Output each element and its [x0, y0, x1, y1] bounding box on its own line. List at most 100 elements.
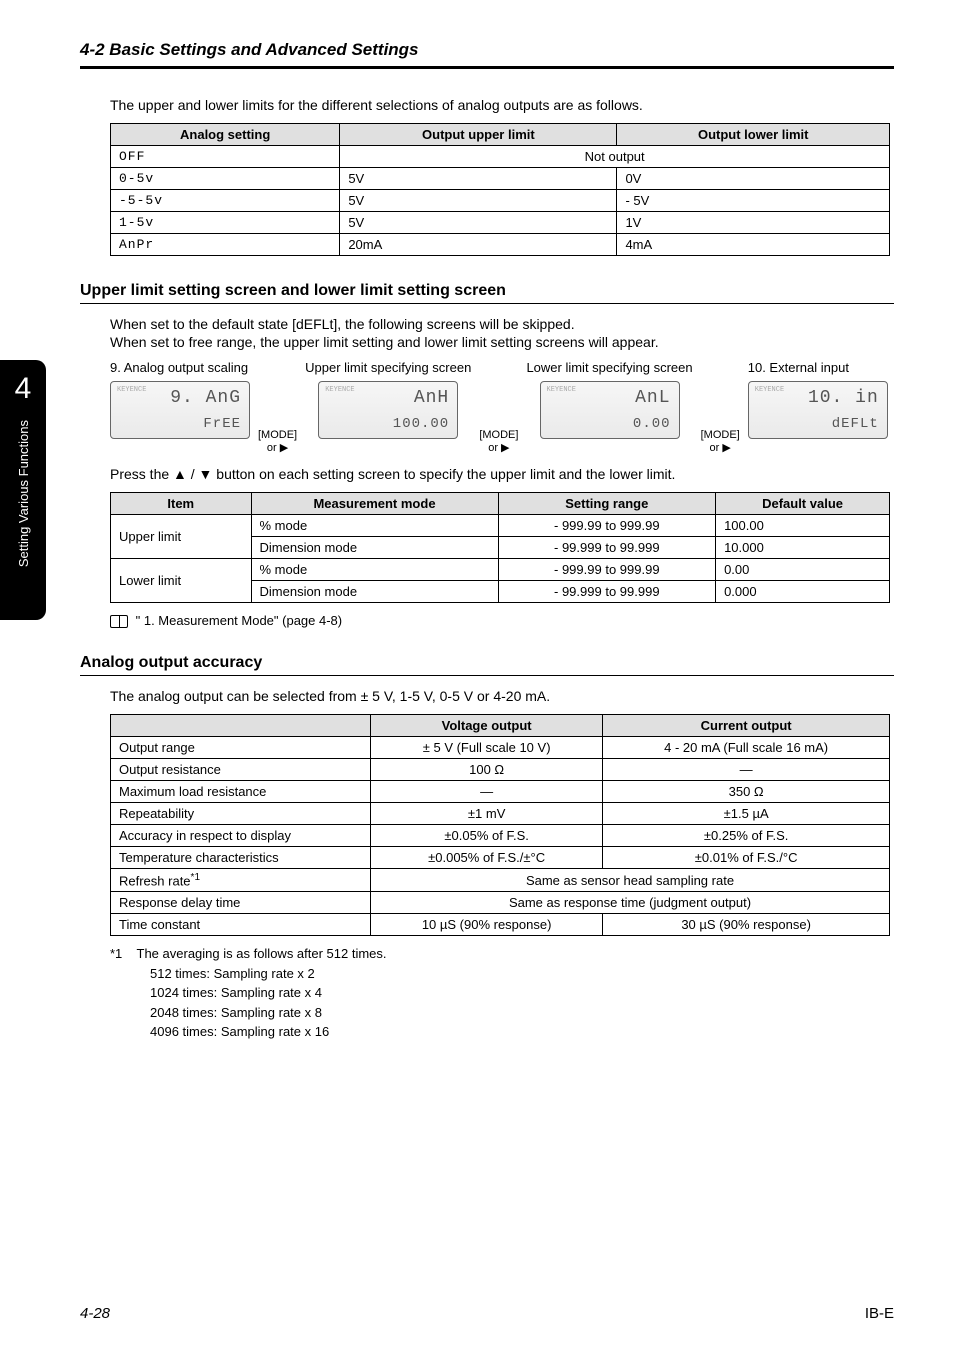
cell-merged: Same as sensor head sampling rate [371, 869, 890, 892]
cell-label: Output resistance [111, 759, 371, 781]
cell-mode: Dimension mode [251, 581, 498, 603]
screen-label: Lower limit specifying screen [526, 360, 692, 377]
cell-lower: 0V [617, 168, 890, 190]
arrow-mode: [MODE] [701, 429, 740, 441]
cell-mode: % mode [251, 559, 498, 581]
section-title: 4-2 Basic Settings and Advanced Settings [80, 40, 894, 69]
screen-brand: KEYENCE [117, 386, 146, 394]
cell-voltage: ±1 mV [371, 803, 603, 825]
table-row: 0-5v 5V 0V [111, 168, 890, 190]
screen-label: Upper limit specifying screen [305, 360, 471, 377]
table-row: Output range ± 5 V (Full scale 10 V) 4 -… [111, 737, 890, 759]
subheading-upper-lower: Upper limit setting screen and lower lim… [80, 282, 894, 304]
side-tab: 4 Setting Various Functions [0, 360, 46, 620]
cell-setting: 1-5v [111, 212, 340, 234]
cell-voltage: ±0.005% of F.S./±°C [371, 847, 603, 869]
side-tab-number: 4 [15, 372, 32, 406]
cell-item: Lower limit [111, 559, 252, 603]
table-row: OFF Not output [111, 146, 890, 168]
cell-label: Repeatability [111, 803, 371, 825]
arrow-or: or ▶ [488, 441, 509, 454]
cell-range: - 999.99 to 999.99 [498, 515, 716, 537]
cell-current: 30 µS (90% response) [603, 914, 890, 936]
cell-upper: 20mA [340, 234, 617, 256]
cell-label-sup: *1 [191, 872, 200, 883]
cell-voltage: ± 5 V (Full scale 10 V) [371, 737, 603, 759]
cell-range: - 999.99 to 999.99 [498, 559, 716, 581]
cell-current: — [603, 759, 890, 781]
cell-current: 4 - 20 mA (Full scale 16 mA) [603, 737, 890, 759]
screen-big: AnL [635, 388, 670, 408]
cell-setting: OFF [111, 146, 340, 168]
table-row: Refresh rate*1 Same as sensor head sampl… [111, 869, 890, 892]
cell-lower: - 5V [617, 190, 890, 212]
cell-label: Output range [111, 737, 371, 759]
screen-label: 10. External input [748, 360, 888, 377]
cell-voltage: 100 Ω [371, 759, 603, 781]
cell-upper: 5V [340, 212, 617, 234]
footnote-line: 2048 times: Sampling rate x 8 [150, 1003, 894, 1023]
screen-upper-limit: Upper limit specifying screen KEYENCE An… [305, 360, 471, 439]
subheading-accuracy: Analog output accuracy [80, 654, 894, 676]
press-arrow-text: Press the ▲ / ▼ button on each setting s… [110, 466, 894, 482]
screen-lower-limit: Lower limit specifying screen KEYENCE An… [526, 360, 692, 439]
table-row: Upper limit % mode - 999.99 to 999.99 10… [111, 515, 890, 537]
default-state-text: When set to the default state [dEFLt], t… [110, 316, 894, 332]
th-lower-limit: Output lower limit [617, 124, 890, 146]
accuracy-table: Voltage output Current output Output ran… [110, 714, 890, 936]
footnote-line: 512 times: Sampling rate x 2 [150, 964, 894, 984]
arrow: [MODE] or ▶ [479, 360, 518, 460]
screen-small: FrEE [203, 416, 241, 432]
cell-mode: Dimension mode [251, 537, 498, 559]
cell-setting: 0-5v [111, 168, 340, 190]
screen-box: KEYENCE 9. AnG FrEE [110, 381, 250, 439]
page-number: 4-28 [80, 1305, 110, 1322]
table-row: -5-5v 5V - 5V [111, 190, 890, 212]
cell-lower: 1V [617, 212, 890, 234]
free-range-text: When set to free range, the upper limit … [110, 334, 894, 350]
cell-range: - 99.999 to 99.999 [498, 537, 716, 559]
cell-voltage: — [371, 781, 603, 803]
table-row: Accuracy in respect to display ±0.05% of… [111, 825, 890, 847]
screen-flow: 9. Analog output scaling KEYENCE 9. AnG … [110, 360, 894, 460]
screen-label: 9. Analog output scaling [110, 360, 250, 377]
arrow-or: or ▶ [710, 441, 731, 454]
cell-label: Maximum load resistance [111, 781, 371, 803]
screen-box: KEYENCE 10. in dEFLt [748, 381, 888, 439]
screen-brand: KEYENCE [547, 386, 576, 394]
table-row: Repeatability ±1 mV ±1.5 µA [111, 803, 890, 825]
screen-big: 10. in [808, 388, 879, 408]
cell-range: - 99.999 to 99.999 [498, 581, 716, 603]
footnote-text: The averaging is as follows after 512 ti… [137, 946, 387, 961]
footnote-marker: *1 [110, 946, 122, 961]
cell-setting: -5-5v [111, 190, 340, 212]
th-analog-setting: Analog setting [111, 124, 340, 146]
cell-label: Response delay time [111, 892, 371, 914]
screen-brand: KEYENCE [755, 386, 784, 394]
screen-small: dEFLt [832, 416, 879, 432]
cell-not-output: Not output [340, 146, 890, 168]
screen-brand: KEYENCE [325, 386, 354, 394]
th-mode: Measurement mode [251, 493, 498, 515]
screen-analog-scaling: 9. Analog output scaling KEYENCE 9. AnG … [110, 360, 250, 439]
arrow: [MODE] or ▶ [701, 360, 740, 460]
cell-merged: Same as response time (judgment output) [371, 892, 890, 914]
limit-settings-table: Item Measurement mode Setting range Defa… [110, 492, 890, 603]
intro-paragraph: The upper and lower limits for the diffe… [110, 97, 894, 113]
table-row: Time constant 10 µS (90% response) 30 µS… [111, 914, 890, 936]
th-blank [111, 715, 371, 737]
cell-item: Upper limit [111, 515, 252, 559]
cell-label: Temperature characteristics [111, 847, 371, 869]
cell-mode: % mode [251, 515, 498, 537]
footnote-block: *1 The averaging is as follows after 512… [110, 944, 894, 1042]
cell-setting: AnPr [111, 234, 340, 256]
cell-voltage: ±0.05% of F.S. [371, 825, 603, 847]
screen-box: KEYENCE AnH 100.00 [318, 381, 458, 439]
reference-link: " 1. Measurement Mode" (page 4-8) [110, 613, 894, 628]
arrow-or: or ▶ [267, 441, 288, 454]
cell-current: ±1.5 µA [603, 803, 890, 825]
cell-upper: 5V [340, 190, 617, 212]
screen-big: AnH [414, 388, 449, 408]
table-row: Temperature characteristics ±0.005% of F… [111, 847, 890, 869]
arrow-mode: [MODE] [479, 429, 518, 441]
